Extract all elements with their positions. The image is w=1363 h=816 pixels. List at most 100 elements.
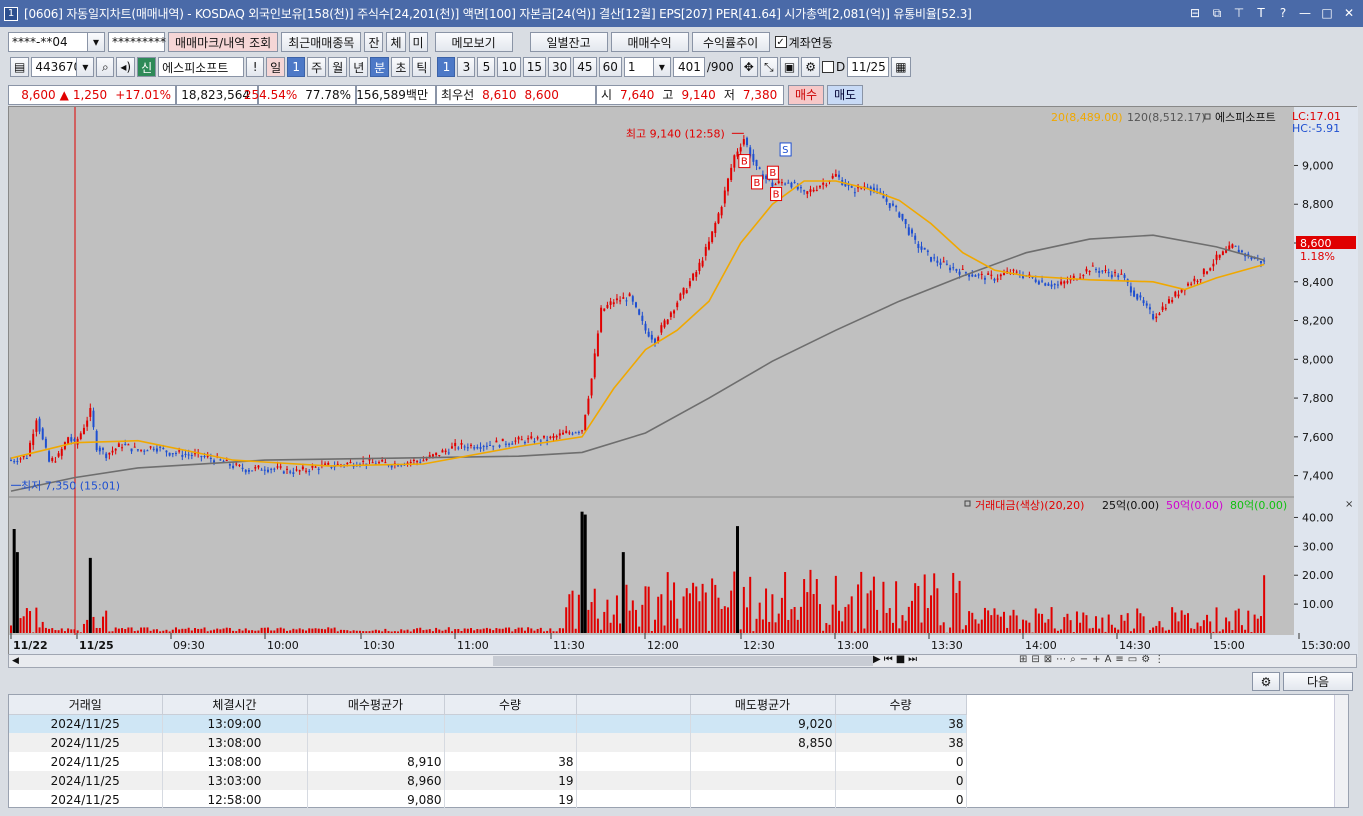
interval-button-5[interactable]: 5 (477, 57, 496, 77)
tool-icon[interactable]: ⋮ (1154, 654, 1164, 665)
period-button-1[interactable]: 1 (287, 57, 306, 77)
column-header[interactable]: 수량 (835, 695, 967, 715)
zoom-in-icon[interactable]: + (1092, 654, 1100, 665)
scroll-left-icon[interactable]: ◀ (12, 656, 19, 666)
column-header[interactable]: 거래일 (9, 695, 163, 715)
d-checkbox[interactable] (821, 61, 834, 73)
period-button-4[interactable]: 년 (349, 57, 369, 77)
trade-profit-button[interactable]: 매매수익 (610, 32, 689, 52)
crosshair-icon[interactable]: ✥ (739, 57, 758, 77)
account-dropdown-icon[interactable]: ▾ (87, 32, 105, 52)
save-icon[interactable]: ▣ (779, 57, 800, 77)
speaker-icon[interactable]: ◂) (116, 57, 136, 77)
interval-button-60[interactable]: 60 (598, 57, 622, 77)
buy-button[interactable]: 매수 (788, 84, 825, 105)
recent-trade-button[interactable]: 최근매매종목 (281, 32, 362, 52)
candle-body (13, 461, 16, 463)
maximize-icon[interactable]: □ (1319, 5, 1335, 21)
table-row[interactable]: 2024/11/25 13:03:00 8,960 19 0 (9, 771, 967, 790)
table-row[interactable]: 2024/11/25 12:58:00 9,080 19 0 (9, 790, 967, 809)
column-header[interactable]: 매도평균가 (690, 695, 836, 715)
volume-bar (159, 631, 162, 633)
table-row[interactable]: 2024/11/25 13:08:00 8,910 38 0 (9, 752, 967, 771)
tool-icon[interactable]: ⊟ (1031, 654, 1039, 665)
table-settings-icon[interactable]: ⚙ (1252, 672, 1280, 691)
chart-area[interactable]: 9,000 8,800 8,600 8,400 8,200 8,000 7,800 7,600… (8, 106, 1358, 657)
balance-button[interactable]: 잔 (364, 32, 384, 52)
alert-button[interactable]: ! (246, 57, 265, 77)
period-button-7[interactable]: 틱 (412, 57, 432, 77)
interval-button-1[interactable]: 1 (437, 57, 456, 77)
account-link-toggle[interactable]: ✓ 계좌연동 (774, 34, 833, 51)
font-icon[interactable]: T (1253, 5, 1269, 21)
period-button-5[interactable]: 분 (370, 57, 390, 77)
stock-code-input[interactable]: 443670 (31, 57, 81, 77)
sell-button[interactable]: 매도 (827, 84, 864, 105)
tool-icon[interactable]: ⊞ (1019, 654, 1027, 665)
minimize-icon[interactable]: — (1297, 5, 1313, 21)
volume-bar (327, 627, 330, 633)
scroll-thumb[interactable] (493, 656, 873, 666)
daily-balance-button[interactable]: 일별잔고 (529, 32, 608, 52)
tool-icon[interactable]: ⚙ (1141, 654, 1150, 665)
memo-button[interactable]: 메모보기 (434, 32, 513, 52)
zoom-icon[interactable]: ⌕ (1070, 654, 1076, 665)
search-icon[interactable]: ⌕ (96, 57, 115, 77)
trade-mark-query-button[interactable]: 매매마크/내역 조회 (168, 32, 279, 52)
filled-button[interactable]: 체 (386, 32, 406, 52)
link-icon[interactable]: ⊟ (1187, 5, 1203, 21)
date-input[interactable]: 11/25 (847, 57, 890, 77)
period-button-0[interactable]: 일 (266, 57, 286, 77)
code-dropdown-icon[interactable]: ▾ (76, 57, 95, 77)
candle-body (247, 469, 250, 472)
interval-button-30[interactable]: 30 (548, 57, 572, 77)
tool-icon[interactable]: ≡ (1115, 654, 1123, 665)
chart-scrollbar[interactable]: ◀ ▶ ⏮ ■ ⏭ ⊞ ⊟ ⊠ ⋯ ⌕ − + A ≡ ▭ ⚙ ⋮ (8, 654, 1357, 668)
table-cell (576, 752, 691, 771)
stop-icon[interactable]: ■ (896, 654, 905, 665)
pin-icon[interactable]: ⊤ (1231, 5, 1247, 21)
account-select[interactable]: ****-**04 (8, 32, 88, 52)
text-tool-icon[interactable]: A (1105, 654, 1112, 665)
price-chart[interactable]: 9,000 8,800 8,600 8,400 8,200 8,000 7,800 7,600… (9, 107, 1358, 657)
calendar-icon[interactable]: ▦ (891, 57, 911, 77)
tool-icon[interactable]: ⋯ (1056, 654, 1066, 665)
interval-dropdown-icon[interactable]: ▾ (652, 57, 671, 77)
table-scrollbar[interactable] (1334, 695, 1348, 807)
password-field[interactable]: ********* (108, 32, 166, 52)
rewind-icon[interactable]: ⏮ (884, 654, 893, 665)
draw-tool-icon[interactable]: ⤡ (759, 57, 778, 77)
layout-icon[interactable]: ▤ (10, 57, 30, 77)
next-button[interactable]: 다음 (1283, 672, 1353, 691)
count-input[interactable]: 401 (672, 57, 705, 77)
column-header[interactable]: 매수평균가 (307, 695, 445, 715)
candle-body (717, 213, 720, 224)
column-header[interactable]: 수량 (444, 695, 577, 715)
period-button-6[interactable]: 초 (391, 57, 411, 77)
candle-body (447, 452, 450, 454)
play-icon[interactable]: ▶ (873, 654, 881, 665)
period-button-3[interactable]: 월 (328, 57, 348, 77)
copy-icon[interactable]: ⧉ (1209, 5, 1225, 21)
tool-icon[interactable]: ▭ (1128, 654, 1137, 665)
settings-gear-icon[interactable]: ⚙ (801, 57, 820, 77)
volume-bar (1075, 611, 1078, 633)
interval-input[interactable]: 1 (623, 57, 654, 77)
period-button-2[interactable]: 주 (307, 57, 327, 77)
tool-icon[interactable]: ⊠ (1044, 654, 1052, 665)
interval-button-45[interactable]: 45 (573, 57, 597, 77)
column-header[interactable]: 체결시간 (162, 695, 308, 715)
close-icon[interactable]: ✕ (1341, 5, 1357, 21)
interval-button-3[interactable]: 3 (457, 57, 476, 77)
checkbox-checked-icon[interactable]: ✓ (774, 36, 787, 48)
help-icon[interactable]: ? (1275, 5, 1291, 21)
fast-forward-icon[interactable]: ⏭ (908, 654, 917, 665)
interval-button-10[interactable]: 10 (497, 57, 521, 77)
column-header[interactable] (576, 695, 691, 715)
zoom-out-icon[interactable]: − (1080, 654, 1088, 665)
table-row[interactable]: 2024/11/25 13:08:00 8,850 38 (9, 733, 967, 752)
table-row[interactable]: 2024/11/25 13:09:00 9,020 38 (9, 714, 967, 733)
interval-button-15[interactable]: 15 (522, 57, 546, 77)
return-trend-button[interactable]: 수익률추이 (691, 32, 770, 52)
unfilled-button[interactable]: 미 (408, 32, 428, 52)
